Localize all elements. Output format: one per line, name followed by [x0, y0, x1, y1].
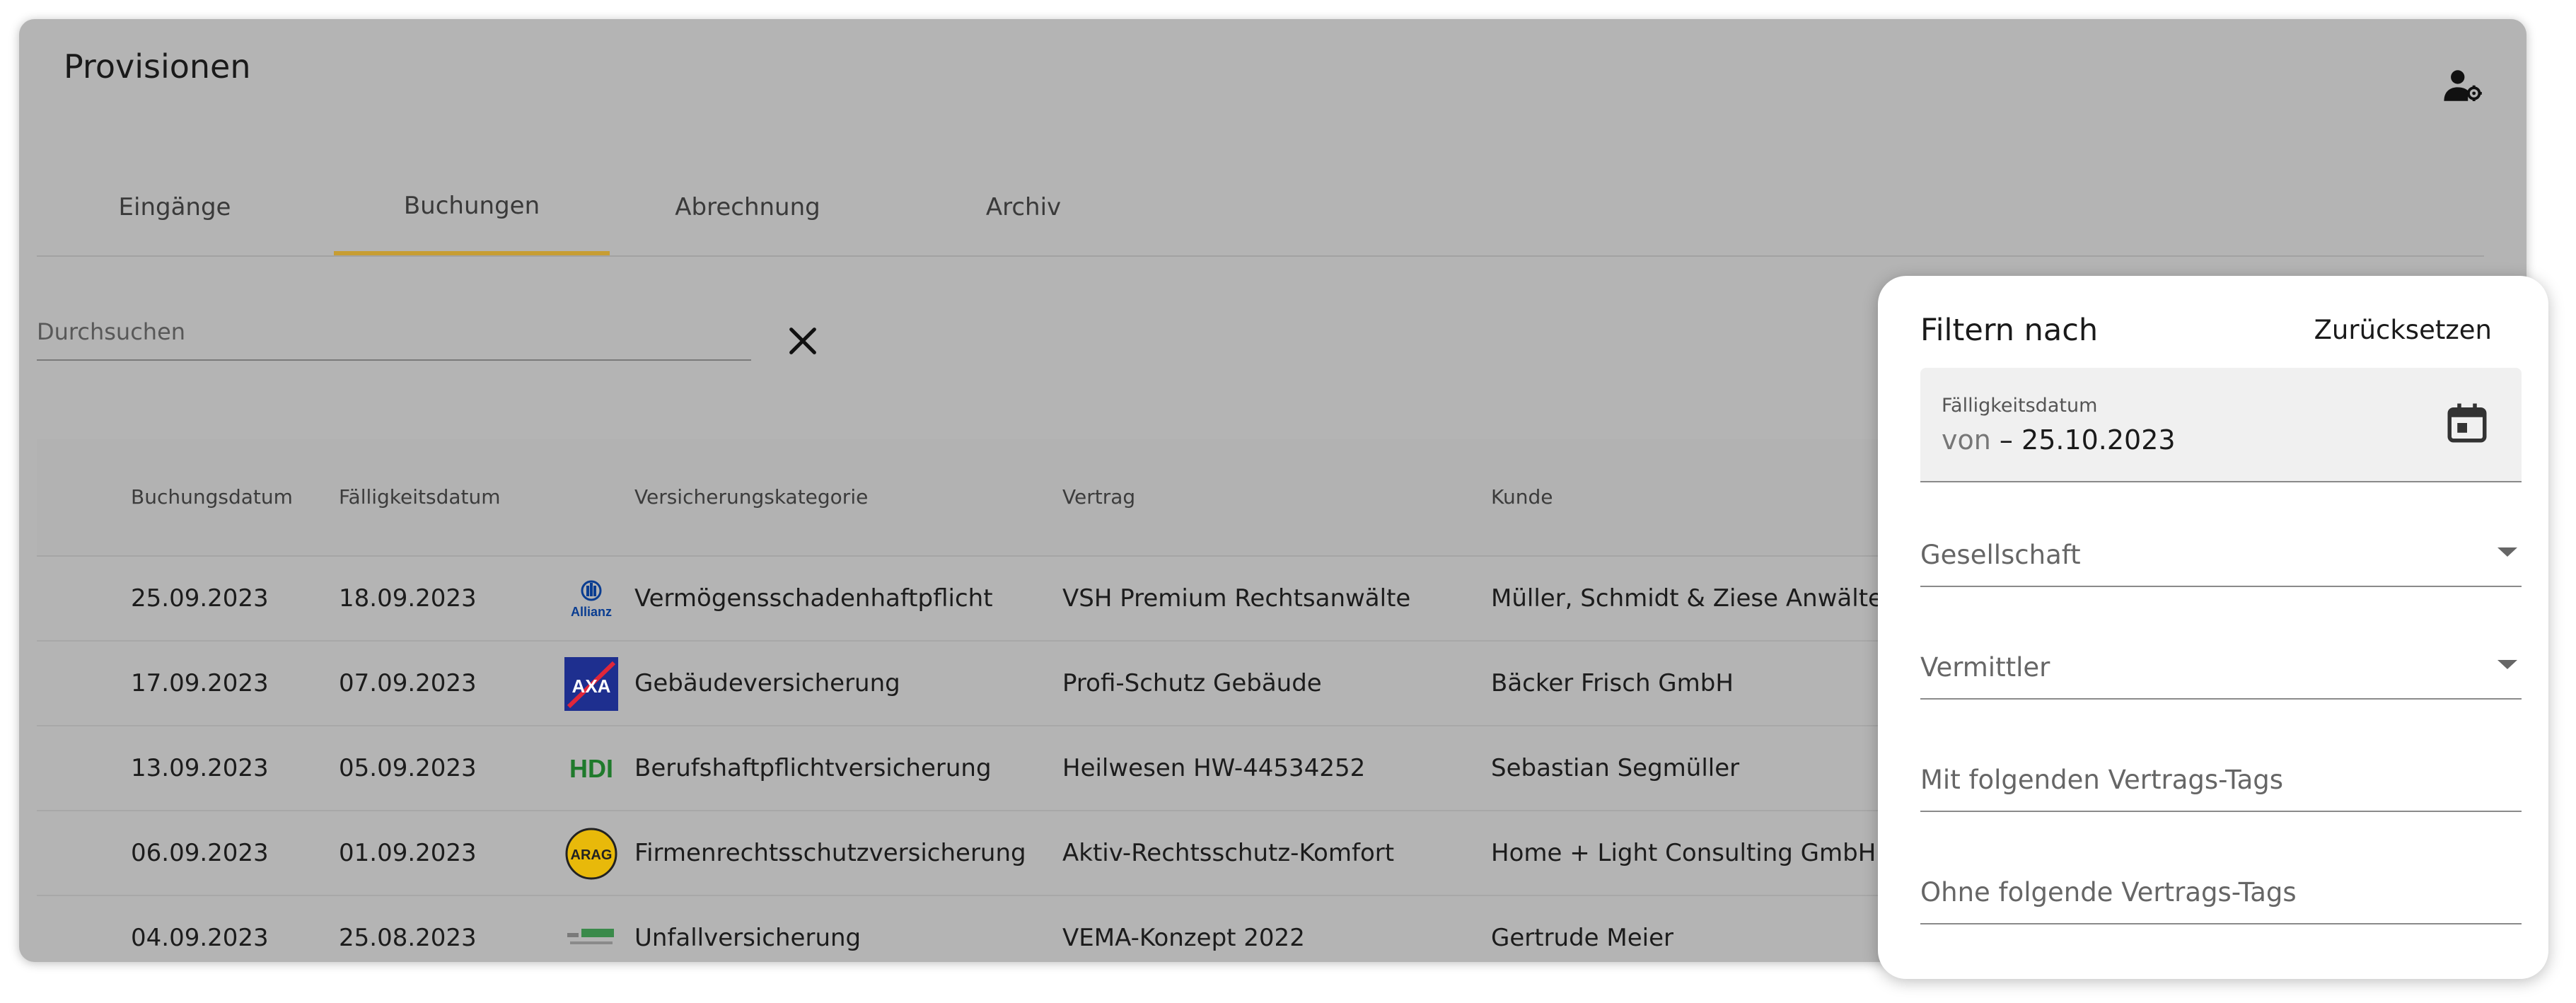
cell-buchungsdatum: 13.09.2023: [131, 754, 269, 782]
due-date-separator: –: [1999, 424, 2013, 456]
without-tags-label: Ohne folgende Vertrags-Tags: [1920, 877, 2297, 908]
chevron-down-icon: [2497, 547, 2517, 557]
tab-archiv[interactable]: Archiv: [886, 161, 1161, 254]
cell-versicherungskategorie: Berufshaftpflichtversicherung: [634, 754, 992, 782]
cell-vertrag: VEMA-Konzept 2022: [1062, 924, 1305, 952]
cell-buchungsdatum: 04.09.2023: [131, 924, 269, 952]
tab-buchungen[interactable]: Buchungen: [334, 161, 610, 255]
column-header-buchungsdatum[interactable]: Buchungsdatum: [131, 439, 293, 555]
filter-title: Filtern nach: [1920, 313, 2099, 348]
filter-panel: Filtern nach Zurücksetzen Fälligkeitsdat…: [1878, 276, 2548, 979]
due-date-field[interactable]: Fälligkeitsdatum von – 25.10.2023: [1920, 368, 2522, 482]
cell-buchungsdatum: 25.09.2023: [131, 584, 269, 613]
arag-logo: ARAG: [564, 827, 618, 881]
cell-buchungsdatum: 17.09.2023: [131, 669, 269, 697]
cell-faelligkeitsdatum: 18.09.2023: [339, 584, 477, 613]
cell-faelligkeitsdatum: 25.08.2023: [339, 924, 477, 952]
due-date-from[interactable]: von: [1942, 424, 1991, 456]
cell-kunde: Sebastian Segmüller: [1491, 754, 1740, 782]
with-tags-label: Mit folgenden Vertrags-Tags: [1920, 765, 2284, 795]
svg-text:ARAG: ARAG: [571, 847, 613, 863]
cell-buchungsdatum: 06.09.2023: [131, 839, 269, 867]
cell-vertrag: VSH Premium Rechtsanwälte: [1062, 584, 1411, 613]
cell-faelligkeitsdatum: 05.09.2023: [339, 754, 477, 782]
without-tags-input[interactable]: Ohne folgende Vertrags-Tags: [1920, 852, 2522, 924]
column-header-kunde[interactable]: Kunde: [1491, 439, 1553, 555]
cell-versicherungskategorie: Firmenrechtsschutzversicherung: [634, 839, 1026, 867]
cell-versicherungskategorie: Vermögensschadenhaftpflicht: [634, 584, 993, 613]
svg-text:AXA: AXA: [572, 676, 611, 697]
cell-vertrag: Profi-Schutz Gebäude: [1062, 669, 1322, 697]
reset-button[interactable]: Zurücksetzen: [2314, 315, 2492, 345]
axa-logo: AXA: [564, 657, 618, 711]
company-select[interactable]: Gesellschaft: [1920, 515, 2522, 587]
due-date-label: Fälligkeitsdatum: [1942, 395, 2098, 417]
cell-kunde: Home + Light Consulting GmbH: [1491, 839, 1876, 867]
due-date-range[interactable]: von – 25.10.2023: [1942, 424, 2176, 456]
broker-select[interactable]: Vermittler: [1920, 627, 2522, 700]
cell-vertrag: Aktiv-Rechtsschutz-Komfort: [1062, 839, 1395, 867]
cell-kunde: Gertrude Meier: [1491, 924, 1674, 952]
calendar-icon[interactable]: [2444, 400, 2490, 446]
search-input[interactable]: [37, 314, 730, 349]
due-date-to[interactable]: 25.10.2023: [2021, 424, 2176, 456]
column-header-faelligkeitsdatum[interactable]: Fälligkeitsdatum: [339, 439, 501, 555]
cell-vertrag: Heilwesen HW-44534252: [1062, 754, 1366, 782]
broker-select-label: Vermittler: [1920, 652, 2050, 683]
tab-eingaenge[interactable]: Eingänge: [37, 161, 313, 254]
allianz-logo: Allianz: [564, 572, 618, 626]
with-tags-input[interactable]: Mit folgenden Vertrags-Tags: [1920, 740, 2522, 812]
svg-text:Allianz: Allianz: [571, 605, 612, 619]
hdi-logo: HDI: [564, 742, 618, 796]
clear-search-icon[interactable]: [783, 321, 823, 361]
cell-faelligkeitsdatum: 01.09.2023: [339, 839, 477, 867]
company-select-label: Gesellschaft: [1920, 540, 2081, 570]
chevron-down-icon: [2497, 660, 2517, 669]
tab-abrechnung[interactable]: Abrechnung: [610, 161, 886, 254]
cell-versicherungskategorie: Unfallversicherung: [634, 924, 861, 952]
page-title: Provisionen: [64, 47, 251, 86]
user-settings-icon[interactable]: [2442, 65, 2483, 106]
search-field: [37, 300, 751, 361]
cell-faelligkeitsdatum: 07.09.2023: [339, 669, 477, 697]
cell-kunde: Bäcker Frisch GmbH: [1491, 669, 1734, 697]
column-header-versicherungskategorie[interactable]: Versicherungskategorie: [634, 439, 868, 555]
column-header-vertrag[interactable]: Vertrag: [1062, 439, 1135, 555]
tab-bar: Eingänge Buchungen Abrechnung Archiv: [37, 161, 2484, 257]
generic-insurer-logo: [564, 912, 618, 962]
svg-text:HDI: HDI: [569, 754, 613, 783]
cell-kunde: Müller, Schmidt & Ziese Anwälte: [1491, 584, 1883, 613]
cell-versicherungskategorie: Gebäudeversicherung: [634, 669, 900, 697]
